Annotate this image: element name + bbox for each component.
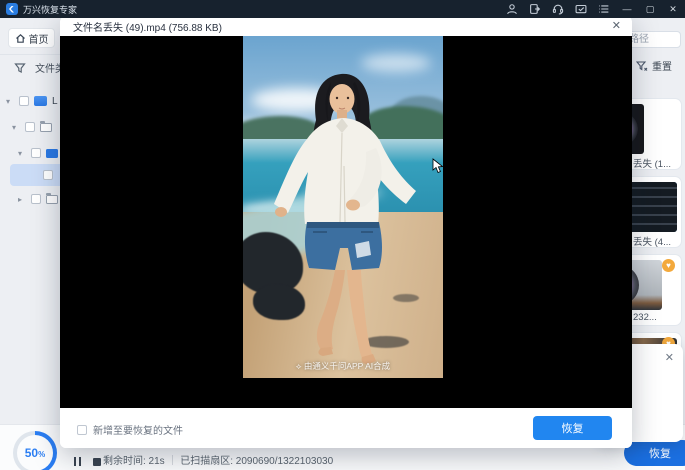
stop-scan-button[interactable] — [93, 457, 101, 466]
home-label: 首页 — [28, 34, 49, 46]
scan-status-text: 剩余时间: 21s ｜ 已扫描扇区: 2090690/1322103030 — [103, 456, 334, 467]
window-titlebar: 万兴恢复专家 — ▢ ✕ — [0, 0, 685, 18]
tree-item-folder-1[interactable]: ▾ — [12, 116, 52, 138]
scan-progress-text: 50% — [24, 446, 46, 460]
toast-close-icon[interactable]: ✕ — [665, 351, 674, 364]
dialog-header: 文件名丢失 (49).mp4 (756.88 KB) ✕ — [60, 16, 632, 36]
caret-right-icon[interactable]: ▸ — [18, 195, 26, 204]
divider — [0, 54, 60, 55]
funnel-reset-icon — [636, 60, 648, 71]
account-icon[interactable] — [506, 3, 518, 15]
home-tab[interactable]: 首页 — [8, 28, 55, 48]
folder-icon — [46, 192, 58, 204]
preview-dialog: 文件名丢失 (49).mp4 (756.88 KB) ✕ ⟡ 由通义千问APP … — [60, 16, 632, 448]
window-close-button[interactable]: ✕ — [667, 3, 679, 15]
video-player[interactable]: ⟡ 由通义千问APP AI合成 00:00:00 00:00:10 — [60, 36, 632, 408]
app-title: 万兴恢复专家 — [23, 4, 78, 15]
blue-folder-icon — [46, 148, 58, 158]
file-name: 丢失 (1... — [633, 159, 672, 170]
scan-progress-ring: 50% — [13, 431, 57, 470]
export-report-icon[interactable] — [529, 3, 541, 15]
home-icon — [15, 33, 25, 43]
file-name: 丢失 (4... — [633, 237, 672, 248]
message-icon[interactable] — [575, 3, 587, 15]
tree-item-folder-3[interactable]: ▸ — [18, 188, 58, 210]
tree-checkbox[interactable] — [43, 170, 53, 180]
tree-checkbox[interactable] — [31, 194, 41, 204]
app-logo-icon — [6, 3, 18, 15]
video-watermark: ⟡ 由通义千问APP AI合成 — [295, 361, 391, 371]
file-name: 232... — [633, 312, 657, 323]
add-to-recover-option[interactable]: 新增至要恢复的文件 — [77, 422, 183, 437]
video-frame: ⟡ 由通义千问APP AI合成 — [243, 36, 443, 378]
tree-checkbox[interactable] — [19, 96, 29, 106]
tree-item-disk[interactable]: ▾ L — [6, 90, 58, 112]
repair-badge-icon: ♥ — [662, 259, 675, 272]
support-headset-icon[interactable] — [552, 3, 564, 15]
caret-down-icon[interactable]: ▾ — [18, 149, 26, 158]
caret-down-icon[interactable]: ▾ — [12, 123, 20, 132]
dialog-footer: 新增至要恢复的文件 恢复 — [60, 408, 632, 448]
video-frame-figure — [274, 73, 416, 364]
disk-icon — [34, 96, 47, 106]
tree-checkbox[interactable] — [31, 148, 41, 158]
checkbox-label: 新增至要恢复的文件 — [93, 426, 183, 437]
recover-button-main[interactable]: 恢复 — [624, 440, 685, 466]
minimize-button[interactable]: — — [621, 3, 633, 15]
dialog-close-icon[interactable]: ✕ — [612, 19, 621, 32]
recover-button-dialog[interactable]: 恢复 — [533, 416, 612, 440]
tree-item-folder-2[interactable]: ▾ — [18, 142, 58, 164]
dialog-title: 文件名丢失 (49).mp4 (756.88 KB) — [73, 22, 222, 34]
reset-filter-button[interactable]: 重置 — [636, 58, 672, 73]
tree-label: L — [52, 95, 58, 107]
folder-icon — [40, 120, 52, 132]
caret-down-icon[interactable]: ▾ — [6, 97, 14, 106]
maximize-button[interactable]: ▢ — [644, 3, 656, 15]
tree-checkbox[interactable] — [25, 122, 35, 132]
menu-icon[interactable] — [598, 3, 610, 15]
checkbox[interactable] — [77, 424, 87, 435]
reset-label: 重置 — [652, 62, 672, 73]
pause-scan-button[interactable] — [74, 457, 81, 466]
player-controls: 00:00:00 00:00:10 — [60, 400, 632, 408]
funnel-icon — [14, 62, 26, 73]
mouse-cursor — [432, 158, 444, 174]
